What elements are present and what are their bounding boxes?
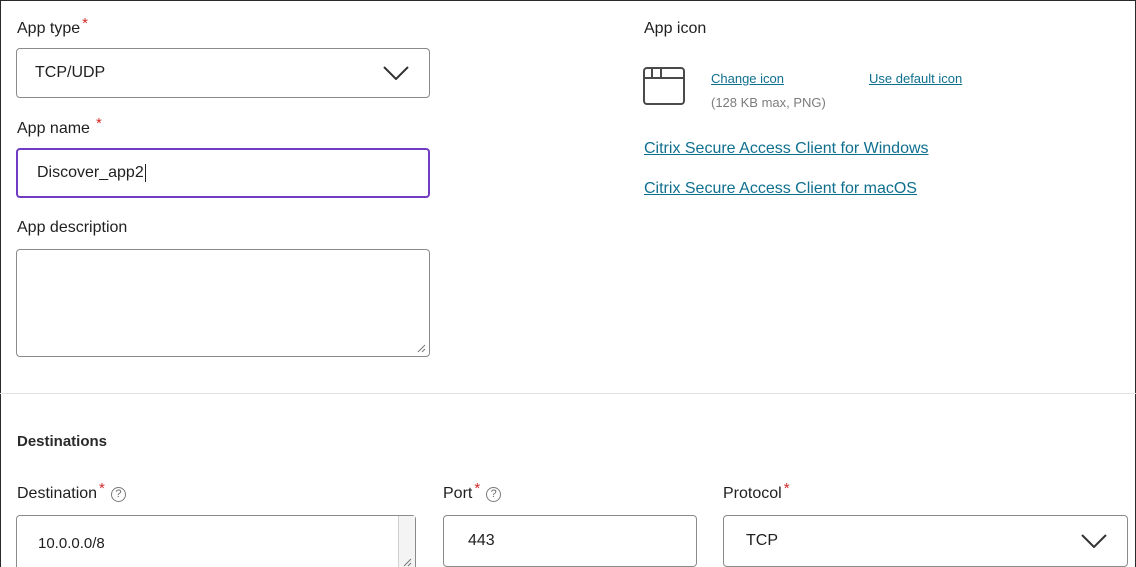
required-mark: * — [82, 15, 88, 32]
macos-client-link[interactable]: Citrix Secure Access Client for macOS — [644, 180, 917, 198]
resize-handle-icon[interactable] — [417, 344, 426, 353]
windows-client-link[interactable]: Citrix Secure Access Client for Windows — [644, 140, 929, 158]
app-type-label: App type * — [17, 15, 88, 38]
chevron-down-icon — [383, 66, 409, 80]
destinations-heading: Destinations — [17, 433, 108, 450]
required-mark: * — [95, 115, 102, 132]
required-mark: * — [783, 480, 790, 497]
app-name-value: Discover_app2 — [37, 164, 144, 181]
app-name-label-text: App name — [17, 120, 90, 137]
port-input[interactable]: 443 — [443, 515, 697, 567]
help-icon[interactable]: ? — [486, 487, 502, 502]
destination-input[interactable]: 10.0.0.0/8 — [16, 515, 416, 567]
change-icon-link[interactable]: Change icon — [711, 71, 784, 86]
help-icon[interactable]: ? — [110, 487, 126, 502]
app-description-label: App description — [17, 219, 127, 237]
protocol-value: TCP — [746, 532, 778, 549]
destination-label-text: Destination — [17, 485, 98, 502]
app-description-textarea[interactable] — [16, 249, 430, 357]
app-name-input[interactable]: Discover_app2 — [16, 148, 430, 198]
text-cursor — [144, 164, 146, 182]
app-icon-label: App icon — [644, 20, 706, 38]
protocol-label-text: Protocol — [723, 485, 782, 502]
app-type-value: TCP/UDP — [35, 64, 106, 81]
required-mark: * — [474, 480, 481, 497]
destination-label: Destination *? — [17, 480, 126, 503]
app-type-select[interactable]: TCP/UDP — [16, 48, 430, 98]
section-divider — [0, 393, 1136, 394]
chevron-down-icon — [1081, 534, 1107, 548]
destination-value: 10.0.0.0/8 — [38, 534, 105, 552]
app-name-label: App name * — [17, 115, 102, 138]
port-label-text: Port — [443, 485, 473, 502]
port-label: Port *? — [443, 480, 502, 503]
protocol-select[interactable]: TCP — [723, 515, 1128, 567]
resize-handle-icon[interactable] — [403, 558, 412, 567]
icon-size-hint: (128 KB max, PNG) — [711, 95, 826, 110]
protocol-label: Protocol * — [723, 480, 790, 503]
use-default-icon-link[interactable]: Use default icon — [869, 71, 962, 86]
app-icon-label-text: App icon — [644, 20, 707, 37]
required-mark: * — [99, 480, 105, 497]
app-description-label-text: App description — [17, 219, 128, 236]
app-window-icon — [643, 67, 685, 105]
app-type-label-text: App type — [17, 20, 81, 37]
port-value: 443 — [468, 532, 495, 549]
